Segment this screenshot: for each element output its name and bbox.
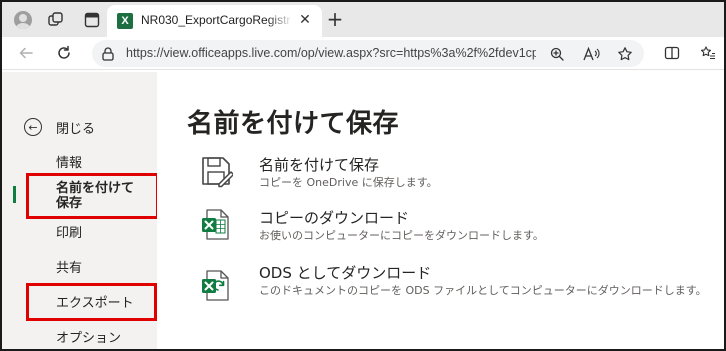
- option-download-copy-title: コピーのダウンロード: [259, 209, 410, 227]
- page-title: 名前を付けて保存: [187, 109, 400, 139]
- option-download-ods-title: ODS としてダウンロード: [259, 264, 432, 282]
- excel-ods-icon: [199, 268, 233, 304]
- zoom-icon[interactable]: [548, 45, 566, 63]
- address-toolbar: https://view.officeapps.live.com/op/view…: [2, 37, 724, 70]
- excel-icon: X: [117, 13, 133, 29]
- favorites-icon[interactable]: [698, 43, 718, 63]
- backstage-main: 名前を付けて保存 名前を付けて保存 コピーを OneDrive に保存します。: [157, 72, 724, 349]
- option-save-as-desc: コピーを OneDrive に保存します。: [259, 176, 438, 189]
- option-download-copy[interactable]: コピーのダウンロード お使いのコンピューターにコピーをダウンロードします。: [199, 207, 719, 247]
- option-download-ods-desc: このドキュメントのコピーを ODS ファイルとしてコンピューターにダウンロードし…: [259, 284, 707, 297]
- sidebar-item-info[interactable]: 情報: [56, 152, 82, 171]
- option-save-as[interactable]: 名前を付けて保存 コピーを OneDrive に保存します。: [199, 154, 719, 194]
- favorite-star-icon[interactable]: [616, 45, 634, 63]
- highlight-box-save-as: [26, 173, 159, 219]
- highlight-box-export: [26, 283, 157, 321]
- active-tab[interactable]: X NR030_ExportCargoRegistration.xlsx ✕: [107, 5, 322, 37]
- close-backstage-button[interactable]: ← 閉じる: [24, 116, 95, 138]
- new-tab-icon[interactable]: +: [324, 8, 346, 30]
- back-circle-icon: ←: [24, 118, 42, 136]
- profile-avatar-icon[interactable]: [14, 11, 32, 29]
- workspaces-icon[interactable]: [46, 10, 66, 30]
- option-download-ods[interactable]: ODS としてダウンロード このドキュメントのコピーを ODS ファイルとしてコ…: [199, 262, 719, 312]
- tab-strip: X NR030_ExportCargoRegistration.xlsx ✕ +: [2, 2, 724, 37]
- refresh-icon[interactable]: [54, 43, 74, 63]
- excel-download-icon: [199, 207, 233, 243]
- sidebar-item-share[interactable]: 共有: [56, 257, 82, 276]
- selected-indicator: [13, 186, 16, 203]
- option-save-as-title: 名前を付けて保存: [259, 156, 380, 174]
- lock-icon[interactable]: [100, 46, 116, 62]
- url-text[interactable]: https://view.officeapps.live.com/op/view…: [126, 46, 536, 60]
- read-aloud-icon[interactable]: [582, 45, 600, 63]
- save-as-icon: [199, 154, 235, 190]
- tab-close-icon[interactable]: ✕: [297, 12, 313, 28]
- back-arrow-icon[interactable]: [16, 43, 36, 63]
- split-screen-icon[interactable]: [662, 43, 682, 63]
- browser-window: X NR030_ExportCargoRegistration.xlsx ✕ +…: [0, 0, 726, 351]
- option-download-copy-desc: お使いのコンピューターにコピーをダウンロードします。: [259, 229, 544, 242]
- close-label: 閉じる: [56, 121, 96, 137]
- tab-actions-icon[interactable]: [82, 10, 102, 30]
- sidebar-item-options[interactable]: オプション: [56, 327, 121, 346]
- sidebar-item-print[interactable]: 印刷: [56, 222, 82, 241]
- tab-title-fade: [267, 11, 293, 31]
- address-bar[interactable]: https://view.officeapps.live.com/op/view…: [92, 40, 644, 67]
